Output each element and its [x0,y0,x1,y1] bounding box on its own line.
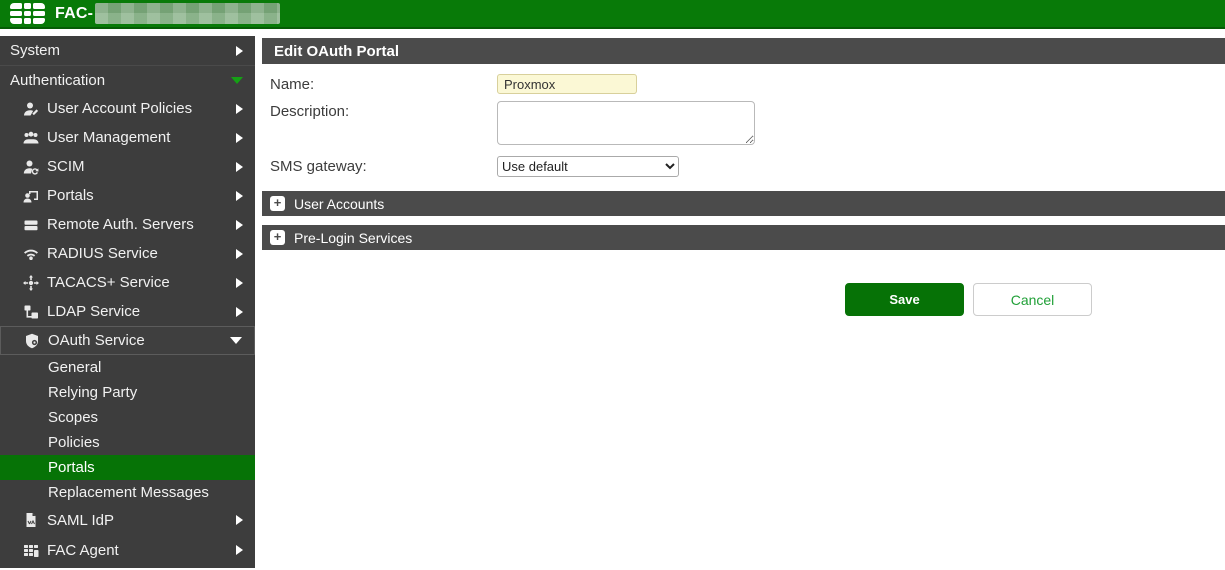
chevron-down-icon [231,77,243,84]
page-title-bar: Edit OAuth Portal [262,38,1225,64]
sidebar-item-scim[interactable]: SCIM [0,152,255,181]
sidebar-item-label: System [10,42,236,59]
top-bar: FAC- [0,0,1225,29]
sidebar-item-tacacs-service[interactable]: TACACS+ Service [0,268,255,297]
sidebar-item-label: RADIUS Service [47,245,236,262]
sidebar-item-label: OAuth Service [48,332,230,349]
sidebar-item-oauth-portals-active[interactable]: Portals [0,455,255,480]
chevron-right-icon [236,162,243,172]
sidebar-item-label: LDAP Service [47,303,236,320]
sidebar-item-user-management[interactable]: User Management [0,123,255,152]
save-button[interactable]: Save [845,283,964,316]
description-label: Description: [262,101,497,120]
network-hub-icon [22,275,40,291]
shield-key-icon [23,333,41,349]
main-content: Edit OAuth Portal Name: Description: SMS… [262,36,1225,568]
sidebar: System Authentication User Account Polic… [0,36,255,568]
chevron-right-icon [236,46,243,56]
sidebar-item-label: Replacement Messages [48,484,243,501]
sidebar-item-authentication[interactable]: Authentication [0,65,255,94]
sms-gateway-row: SMS gateway: Use default [262,156,1225,177]
sidebar-item-ldap-service[interactable]: LDAP Service [0,297,255,326]
section-pre-login-services[interactable]: + Pre-Login Services [262,225,1225,250]
section-label: Pre-Login Services [294,230,412,246]
sidebar-item-label: Portals [47,187,236,204]
sms-gateway-select[interactable]: Use default [497,156,679,177]
sidebar-item-saml-idp[interactable]: SAML IdP [0,505,255,535]
sidebar-item-label: User Account Policies [47,100,236,117]
sidebar-item-label: Scopes [48,409,243,426]
sidebar-item-remote-auth-servers[interactable]: Remote Auth. Servers [0,210,255,239]
expand-plus-icon[interactable]: + [270,196,285,211]
sidebar-item-label: Policies [48,434,243,451]
sidebar-item-label: TACACS+ Service [47,274,236,291]
form-actions: Save Cancel [845,283,1225,316]
expand-plus-icon[interactable]: + [270,230,285,245]
sidebar-item-fac-agent[interactable]: FAC Agent [0,535,255,565]
sidebar-item-label: General [48,359,243,376]
chevron-right-icon [236,220,243,230]
sidebar-content-gap [255,36,262,568]
sidebar-item-label: Authentication [10,72,231,89]
description-row: Description: [262,101,1225,145]
chevron-right-icon [236,307,243,317]
sidebar-item-radius-service[interactable]: RADIUS Service [0,239,255,268]
chevron-right-icon [236,545,243,555]
section-user-accounts[interactable]: + User Accounts [262,191,1225,216]
sidebar-item-label: Remote Auth. Servers [47,216,236,233]
chevron-right-icon [236,249,243,259]
sidebar-item-oauth-policies[interactable]: Policies [0,430,255,455]
sidebar-item-oauth-general[interactable]: General [0,355,255,380]
sidebar-item-oauth-replacement-messages[interactable]: Replacement Messages [0,480,255,505]
sidebar-item-label: SAML IdP [47,512,236,529]
sidebar-item-label: User Management [47,129,236,146]
grid-agent-icon [22,542,40,558]
name-row: Name: [262,74,1225,94]
brand-label: FAC- [55,5,93,23]
sidebar-item-portals[interactable]: Portals [0,181,255,210]
topbar-gap [0,29,1225,36]
sidebar-item-system[interactable]: System [0,36,255,65]
name-label: Name: [262,74,497,93]
fortinet-logo-icon [10,3,45,24]
user-window-icon [22,188,40,204]
sidebar-item-oauth-relying-party[interactable]: Relying Party [0,380,255,405]
sidebar-item-label: FAC Agent [47,542,236,559]
description-textarea[interactable] [497,101,755,145]
sidebar-item-oauth-scopes[interactable]: Scopes [0,405,255,430]
chevron-right-icon [236,104,243,114]
document-icon [22,512,40,528]
sidebar-item-label: Portals [48,459,243,476]
oauth-portal-form: Name: Description: SMS gateway: Use defa… [262,64,1225,177]
cancel-button[interactable]: Cancel [973,283,1092,316]
page-title: Edit OAuth Portal [274,43,399,60]
user-edit-icon [22,101,40,117]
chevron-right-icon [236,515,243,525]
sms-gateway-label: SMS gateway: [262,156,497,175]
name-input[interactable] [497,74,637,94]
sidebar-item-label: Relying Party [48,384,243,401]
wifi-icon [22,246,40,262]
hierarchy-icon [22,304,40,320]
sidebar-item-user-account-policies[interactable]: User Account Policies [0,94,255,123]
chevron-right-icon [236,278,243,288]
servers-icon [22,217,40,233]
section-label: User Accounts [294,196,384,212]
chevron-right-icon [236,191,243,201]
users-group-icon [22,130,40,146]
redacted-hostname [95,3,280,24]
chevron-right-icon [236,133,243,143]
chevron-down-icon [230,337,242,344]
user-sync-icon [22,159,40,175]
sidebar-item-oauth-service[interactable]: OAuth Service [0,326,255,355]
sidebar-item-label: SCIM [47,158,236,175]
